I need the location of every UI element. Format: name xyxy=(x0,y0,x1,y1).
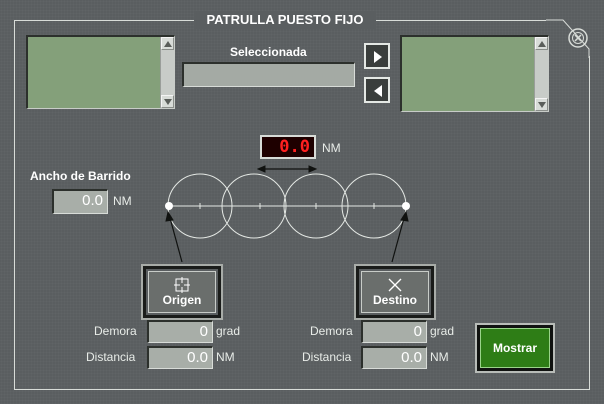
window-title: PATRULLA PUESTO FIJO xyxy=(194,11,376,29)
origin-point xyxy=(165,202,173,210)
triangle-down-icon xyxy=(538,102,546,108)
patrol-track-diagram xyxy=(165,165,410,263)
destination-bearing-unit: grad xyxy=(430,324,455,338)
sweep-width-label: Ancho de Barrido xyxy=(30,169,131,183)
crosshair-square-icon xyxy=(174,277,190,293)
origin-distance-field[interactable]: 0.0 xyxy=(147,346,213,369)
triangle-down-icon xyxy=(164,99,172,105)
show-button-label: Mostrar xyxy=(480,328,550,368)
patrol-fixed-post-panel: PATRULLA PUESTO FIJO Seleccionada 0.0 NM… xyxy=(0,0,604,404)
close-circle-icon[interactable] xyxy=(567,27,589,49)
move-right-button[interactable] xyxy=(364,43,390,69)
triangle-up-icon xyxy=(538,41,546,47)
assigned-units-list[interactable] xyxy=(400,35,549,112)
scroll-up-button[interactable] xyxy=(161,37,174,50)
move-left-button[interactable] xyxy=(364,77,390,103)
frame-bottom xyxy=(14,389,590,390)
triangle-up-icon xyxy=(164,41,172,47)
right-list-scrollbar[interactable] xyxy=(534,37,548,111)
spacing-display[interactable]: 0.0 xyxy=(260,135,316,159)
left-list-scrollbar[interactable] xyxy=(160,37,174,108)
destination-bearing-label: Demora xyxy=(310,324,353,338)
scroll-down-button[interactable] xyxy=(535,98,548,111)
spacing-unit: NM xyxy=(322,141,341,155)
frame-right xyxy=(589,56,590,390)
selected-label: Seleccionada xyxy=(230,45,307,59)
origin-bearing-unit: grad xyxy=(216,324,241,338)
show-button[interactable]: Mostrar xyxy=(475,323,555,373)
destination-bearing-field[interactable]: 0 xyxy=(361,320,427,343)
origin-bearing-field[interactable]: 0 xyxy=(147,320,213,343)
x-cross-icon xyxy=(388,278,402,292)
arrow-left-icon xyxy=(374,85,382,97)
frame-top-left xyxy=(14,20,194,21)
frame-left xyxy=(14,20,15,390)
available-units-list[interactable] xyxy=(26,35,175,109)
scroll-up-button[interactable] xyxy=(535,37,548,50)
destination-button-face: Destino xyxy=(361,271,429,313)
arrow-right-icon xyxy=(374,51,382,63)
destination-button-label: Destino xyxy=(372,293,417,307)
destination-distance-unit: NM xyxy=(430,350,449,364)
scroll-down-button[interactable] xyxy=(161,95,174,108)
origin-distance-unit: NM xyxy=(216,350,235,364)
origin-button-face: Origen xyxy=(148,271,216,313)
origin-button[interactable]: Origen xyxy=(141,264,223,320)
origin-button-label: Origen xyxy=(162,293,202,307)
sweep-width-unit: NM xyxy=(113,194,132,208)
selected-field xyxy=(182,62,355,87)
destination-button[interactable]: Destino xyxy=(354,264,436,320)
sweep-width-field[interactable]: 0.0 xyxy=(52,189,108,214)
origin-distance-label: Distancia xyxy=(86,350,136,364)
destination-distance-field[interactable]: 0.0 xyxy=(361,346,427,369)
origin-bearing-label: Demora xyxy=(94,324,137,338)
frame-top-right xyxy=(376,20,546,21)
destination-distance-label: Distancia xyxy=(302,350,352,364)
destination-point xyxy=(402,202,410,210)
